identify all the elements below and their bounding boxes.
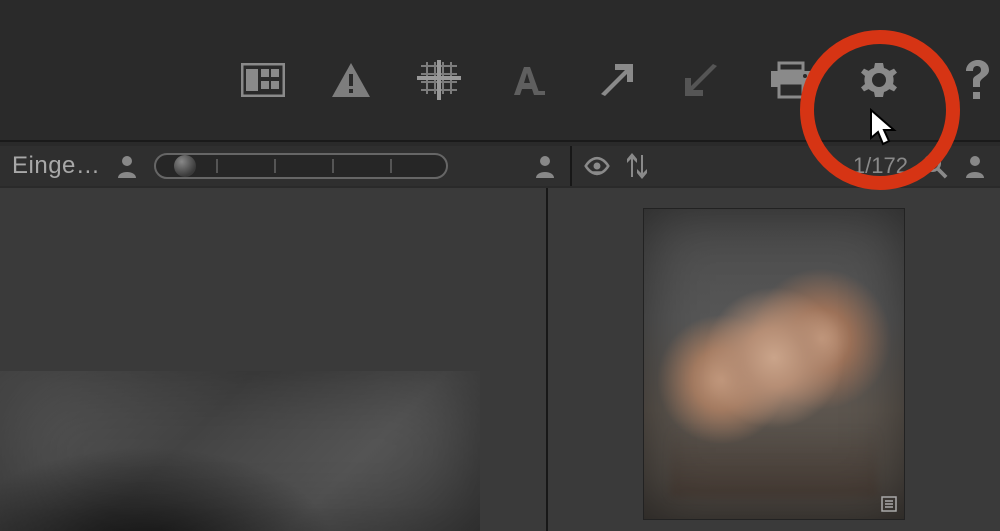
- person-icon[interactable]: [114, 153, 140, 179]
- person-icon[interactable]: [532, 153, 558, 179]
- image-thumbnail[interactable]: [643, 208, 905, 520]
- image-counter: 1/172: [853, 153, 908, 179]
- warning-icon[interactable]: [328, 56, 374, 104]
- toolbar-separator: [0, 140, 1000, 142]
- left-panel-header: Einge…: [0, 146, 570, 186]
- image-preview[interactable]: [0, 371, 480, 531]
- sort-icon[interactable]: [624, 153, 650, 179]
- panel-header-row: Einge…: [0, 146, 1000, 186]
- left-pane: [0, 188, 546, 531]
- view-mode-icon[interactable]: [240, 56, 286, 104]
- arrow-up-right-icon[interactable]: [592, 56, 638, 104]
- right-pane: [546, 188, 1000, 531]
- top-toolbar: [0, 50, 1000, 110]
- gear-icon[interactable]: [856, 56, 902, 104]
- zoom-slider[interactable]: [154, 153, 448, 179]
- arrow-down-left-icon[interactable]: [680, 56, 726, 104]
- eye-icon[interactable]: [584, 153, 610, 179]
- grid-crosshair-icon[interactable]: [416, 56, 462, 104]
- metadata-badge-icon[interactable]: [880, 495, 898, 513]
- content-area: [0, 188, 1000, 531]
- search-icon[interactable]: [922, 153, 948, 179]
- person-icon[interactable]: [962, 153, 988, 179]
- help-icon[interactable]: [954, 56, 1000, 104]
- text-icon[interactable]: [504, 56, 550, 104]
- print-icon[interactable]: [768, 56, 814, 104]
- left-panel-title: Einge…: [12, 152, 100, 180]
- right-panel-header: 1/172: [570, 146, 1000, 186]
